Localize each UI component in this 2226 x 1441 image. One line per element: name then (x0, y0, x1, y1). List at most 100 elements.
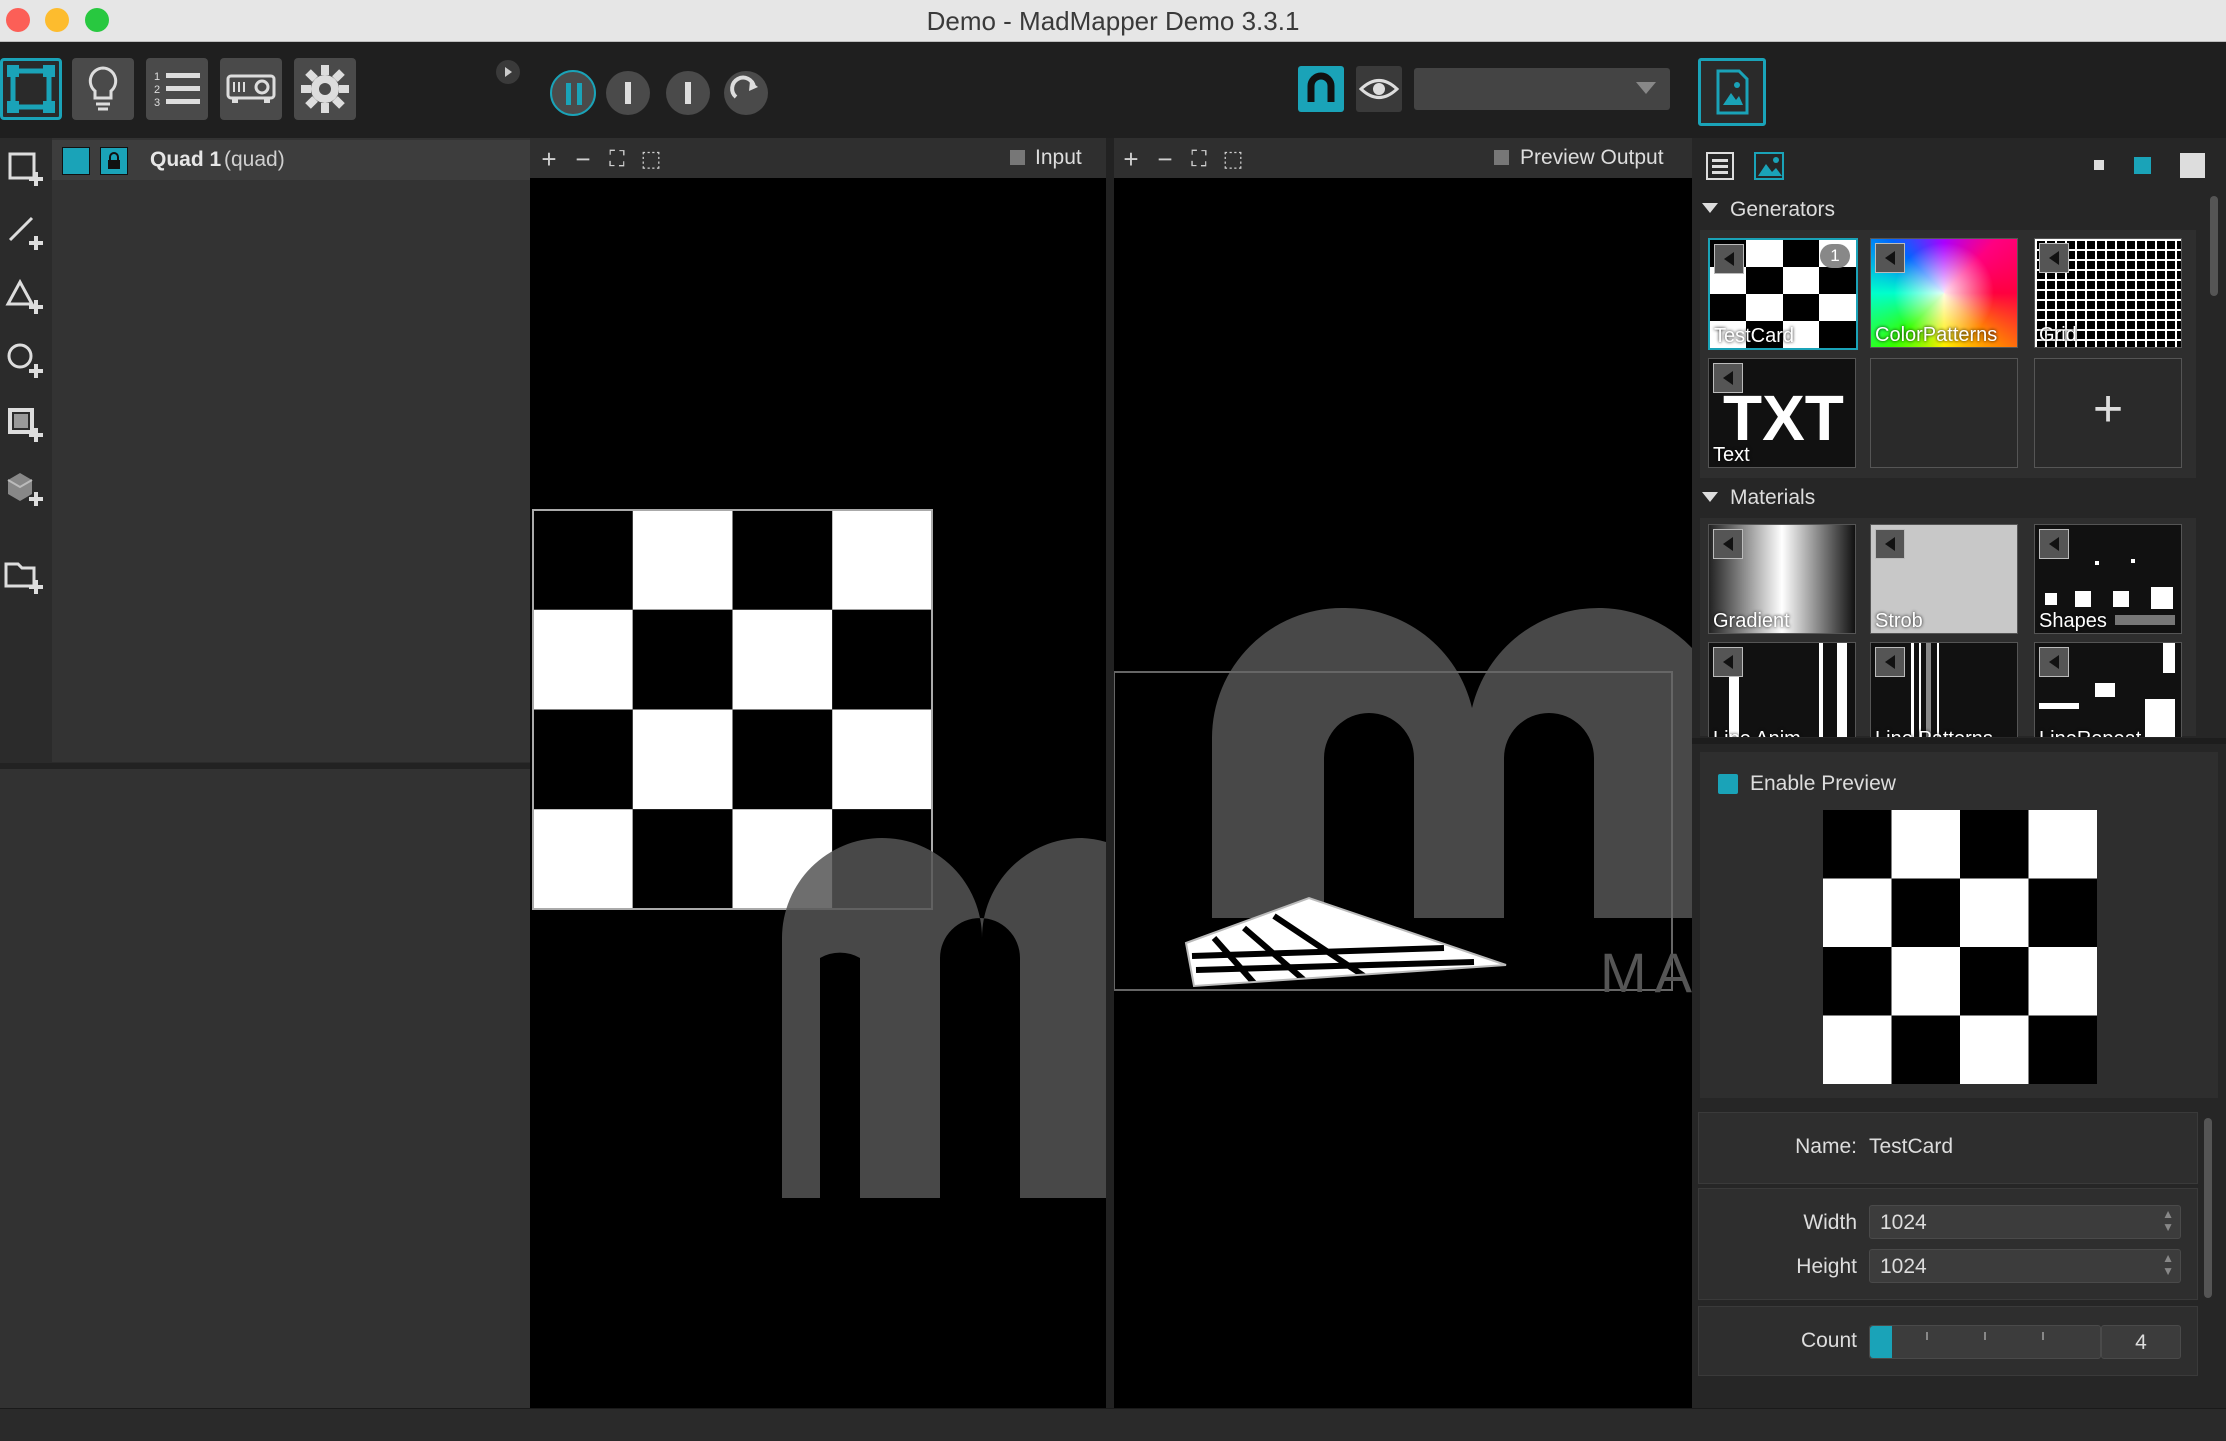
view-splitter[interactable] (1106, 138, 1114, 1408)
output-fit-view-button[interactable]: ⛶ (1184, 146, 1214, 172)
checker-cell (533, 809, 633, 909)
material-play-button[interactable] (1875, 647, 1905, 677)
generator-text[interactable]: TXT Text (1708, 358, 1856, 468)
add-mesh-tool[interactable] (0, 398, 52, 450)
output-fullscreen-button[interactable]: ⬚ (1218, 146, 1248, 172)
output-selector-dropdown[interactable] (1414, 68, 1670, 110)
add-triangle-tool[interactable] (0, 270, 52, 322)
surface-name: Quad 1 (150, 148, 222, 171)
madmapper-logo-watermark (782, 838, 1106, 1198)
lower-left-panel (0, 769, 530, 1409)
large-thumb-size-button[interactable] (2180, 153, 2205, 178)
watermark-text: MA (1600, 941, 1692, 1004)
checker-cell (2028, 878, 2097, 947)
title-bar: Demo - MadMapper Demo 3.3.1 (0, 0, 2226, 42)
material-play-button[interactable] (1713, 647, 1743, 677)
material-play-button[interactable] (2039, 529, 2069, 559)
madmapper-logo-output-watermark (1212, 607, 1692, 918)
add-group-tool[interactable] (0, 550, 52, 602)
surface-lock-button[interactable] (100, 147, 128, 175)
count-value: 4 (2135, 1331, 2147, 1354)
surface-visibility-checkbox[interactable] (62, 147, 90, 175)
stop-button[interactable] (606, 71, 650, 115)
checker-cell (1891, 1015, 1960, 1084)
count-input[interactable]: 4 (2101, 1325, 2181, 1359)
medium-thumb-size-button[interactable] (2134, 157, 2151, 174)
material-play-button[interactable] (1713, 529, 1743, 559)
material-gradient[interactable]: Gradient (1708, 524, 1856, 634)
magnet-snap-button[interactable] (1298, 66, 1344, 112)
name-value[interactable]: TestCard (1869, 1135, 1953, 1159)
checker-cell (1960, 878, 2029, 947)
output-setup-button[interactable] (220, 58, 282, 120)
pause-button[interactable] (550, 70, 596, 116)
material-line-patterns[interactable]: Line Patterns (1870, 642, 2018, 737)
add-3d-object-tool[interactable] (0, 462, 52, 514)
add-circle-tool[interactable] (0, 334, 52, 386)
library-divider[interactable] (1692, 738, 2226, 744)
generator-play-button[interactable] (1714, 244, 1744, 274)
input-view-label: Input (1035, 146, 1082, 169)
material-play-button[interactable] (2039, 647, 2069, 677)
height-stepper-icon[interactable]: ▲ ▼ (2162, 1252, 2174, 1278)
material-line-repeat[interactable]: LineRepeat (2034, 642, 2182, 737)
generator-play-button[interactable] (2039, 243, 2069, 273)
surface-row[interactable]: Quad 1 (quad) (52, 140, 530, 180)
height-value: 1024 (1880, 1255, 1927, 1278)
material-play-button[interactable] (1875, 529, 1905, 559)
surfaces-mode-button[interactable] (0, 58, 62, 120)
collapse-generators-icon[interactable] (1702, 203, 1718, 215)
add-quad-tool[interactable] (0, 142, 52, 194)
generator-colorpatterns[interactable]: ColorPatterns (1870, 238, 2018, 348)
generator-play-button[interactable] (1713, 363, 1743, 393)
generator-play-button[interactable] (1875, 243, 1905, 273)
height-input[interactable]: 1024 ▲ ▼ (1869, 1249, 2181, 1283)
step-button[interactable] (666, 71, 710, 115)
output-view-header: + − ⛶ ⬚ Preview Output (1114, 138, 1692, 178)
preferences-button[interactable] (294, 58, 356, 120)
generator-grid[interactable]: Grid (2034, 238, 2182, 348)
fullscreen-button[interactable]: ⬚ (636, 146, 666, 172)
checker-cell (632, 609, 733, 710)
count-slider[interactable] (1869, 1325, 2101, 1359)
output-zoom-out-button[interactable]: − (1150, 144, 1180, 175)
zoom-out-button[interactable]: − (568, 144, 598, 175)
checker-cell (1823, 1015, 1892, 1084)
output-canvas[interactable]: MA (1114, 178, 1692, 1408)
fit-view-button[interactable]: ⛶ (602, 146, 632, 172)
collapse-materials-icon[interactable] (1702, 492, 1718, 504)
checker-cell (732, 609, 833, 710)
preview-output-checkbox[interactable] (1494, 150, 1509, 165)
count-property-row: Count 4 (1698, 1306, 2198, 1376)
properties-scrollbar[interactable] (2204, 1118, 2212, 1298)
input-canvas[interactable] (530, 178, 1106, 1408)
material-label: LineRepeat (2039, 728, 2141, 737)
width-stepper-icon[interactable]: ▲ ▼ (2162, 1208, 2174, 1234)
library-toggle-button[interactable] (1698, 58, 1766, 126)
preview-toggle-button[interactable] (1356, 66, 1402, 112)
add-line-tool[interactable] (0, 206, 52, 258)
material-line-anim[interactable]: Line Anim (1708, 642, 1856, 737)
material-shapes[interactable]: Shapes (2034, 524, 2182, 634)
checker-cell (1960, 947, 2029, 1016)
small-thumb-size-button[interactable] (2094, 160, 2104, 170)
input-view-checkbox[interactable] (1010, 150, 1025, 165)
cue-list-button[interactable]: 123 (146, 58, 208, 120)
width-input[interactable]: 1024 ▲ ▼ (1869, 1205, 2181, 1239)
add-generator-button[interactable]: + (2034, 358, 2182, 468)
list-view-button[interactable] (1704, 150, 1736, 182)
enable-preview-checkbox[interactable] (1718, 774, 1738, 794)
output-zoom-in-button[interactable]: + (1116, 144, 1146, 175)
checker-cell (632, 809, 733, 909)
loop-button[interactable] (724, 71, 768, 115)
lights-mode-button[interactable] (72, 58, 134, 120)
preview-panel: Enable Preview (1700, 752, 2218, 1098)
library-scrollbar[interactable] (2210, 196, 2218, 296)
generator-testcard[interactable]: 1 TestCard (1708, 238, 1858, 350)
expand-toolbar-button[interactable] (496, 60, 520, 84)
input-view-header: + − ⛶ ⬚ Input (530, 138, 1106, 178)
material-strob[interactable]: Strob (1870, 524, 2018, 634)
zoom-in-button[interactable]: + (534, 144, 564, 175)
gear-icon (301, 65, 349, 113)
media-view-button[interactable] (1752, 150, 1786, 182)
